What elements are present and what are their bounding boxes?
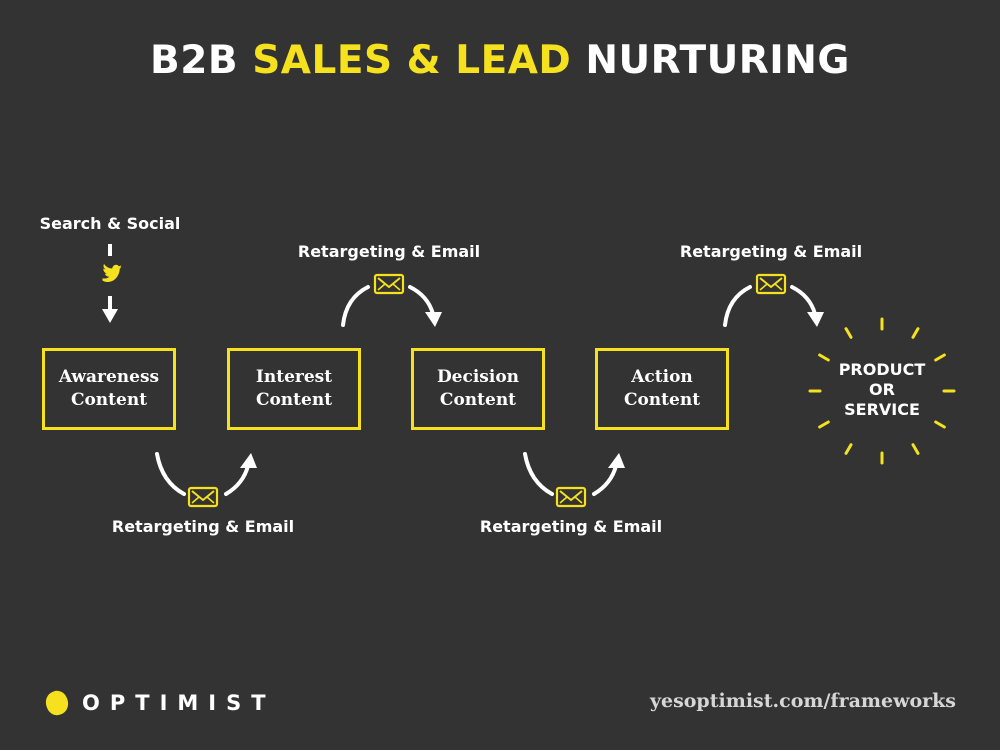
goal-line-1: PRODUCT: [838, 360, 926, 379]
goal-line-2: OR: [869, 380, 895, 399]
optimist-logo: OPTIMIST: [42, 687, 276, 719]
arrow-head-icon: [807, 312, 824, 327]
lemon-icon: [42, 687, 72, 719]
footer-url: yesoptimist.com/frameworks: [649, 690, 956, 712]
sunburst-ray: [934, 420, 946, 429]
arrow-head-icon: [608, 453, 625, 468]
entry-connector: [102, 244, 122, 323]
arrow-head-icon: [425, 312, 442, 327]
transition-arrow-4: [723, 273, 824, 327]
arrow-down-icon: [102, 309, 118, 323]
product-or-service: PRODUCT OR SERVICE: [820, 360, 944, 420]
sunburst-ray: [911, 327, 920, 339]
sunburst-ray: [911, 443, 920, 455]
dash-line: [108, 244, 112, 256]
envelope-icon: [373, 273, 405, 295]
transition-arrow-3: [523, 452, 625, 508]
twitter-bird-icon: [102, 264, 122, 282]
transition-arrow-2: [341, 273, 442, 327]
sunburst-ray: [818, 420, 830, 429]
envelope-icon: [187, 486, 219, 508]
goal-line-3: SERVICE: [844, 400, 920, 419]
envelope-icon: [555, 486, 587, 508]
transition-arrow-1: [155, 452, 257, 508]
sunburst-ray: [844, 327, 853, 339]
envelope-icon: [755, 273, 787, 295]
arrow-head-icon: [240, 453, 257, 468]
sunburst-ray: [844, 443, 853, 455]
brand-name: OPTIMIST: [82, 691, 276, 715]
